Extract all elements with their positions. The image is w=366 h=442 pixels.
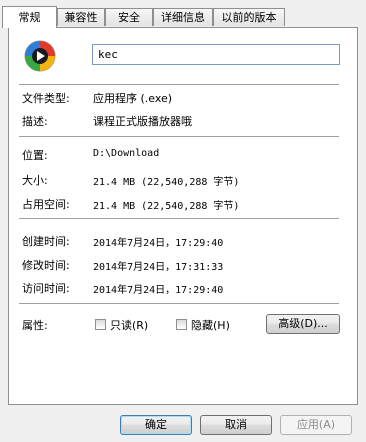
- separator: [19, 303, 339, 305]
- file-type-label: 文件类型:: [22, 92, 70, 105]
- cancel-button[interactable]: 取消: [200, 415, 272, 435]
- hidden-label[interactable]: 隐藏(H): [191, 317, 230, 333]
- separator: [19, 218, 339, 220]
- created-label: 创建时间:: [22, 235, 70, 248]
- tab-previous-versions[interactable]: 以前的版本: [213, 8, 285, 26]
- location-value: D:\Download: [93, 148, 160, 159]
- advanced-button[interactable]: 高级(D)...: [266, 314, 340, 334]
- ok-button[interactable]: 确定: [120, 415, 192, 435]
- tab-compatibility[interactable]: 兼容性: [57, 8, 105, 26]
- accessed-value: 2014年7月24日，17:29:40: [93, 285, 224, 296]
- file-type-value: 应用程序 (.exe): [93, 92, 173, 105]
- file-name-input[interactable]: kec: [92, 44, 340, 65]
- separator: [19, 84, 339, 86]
- separator: [19, 136, 339, 138]
- tab-security[interactable]: 安全: [105, 8, 153, 26]
- modified-value: 2014年7月24日，17:31:33: [93, 262, 224, 273]
- tab-general[interactable]: 常规: [2, 6, 57, 28]
- accessed-label: 访问时间:: [22, 282, 70, 295]
- description-label: 描述:: [22, 115, 48, 128]
- apply-button[interactable]: 应用(A): [280, 415, 352, 435]
- media-player-app-icon: [24, 40, 56, 72]
- description-value: 课程正式版播放器哦: [93, 115, 192, 128]
- size-value: 21.4 MB (22,540,288 字节): [93, 177, 240, 188]
- readonly-checkbox[interactable]: [95, 319, 106, 330]
- tab-details[interactable]: 详细信息: [153, 8, 213, 26]
- hidden-checkbox[interactable]: [176, 319, 187, 330]
- tab-strip: 常规 兼容性 安全 详细信息 以前的版本: [0, 6, 366, 28]
- size-on-disk-value: 21.4 MB (22,540,288 字节): [93, 201, 240, 212]
- size-label: 大小:: [22, 174, 48, 187]
- created-value: 2014年7月24日，17:29:40: [93, 238, 224, 249]
- general-tab-panel: kec 文件类型: 应用程序 (.exe) 描述: 课程正式版播放器哦 位置: …: [8, 27, 358, 405]
- modified-label: 修改时间:: [22, 259, 70, 272]
- size-on-disk-label: 占用空间:: [22, 198, 70, 211]
- attributes-label: 属性:: [22, 319, 48, 332]
- location-label: 位置:: [22, 149, 48, 162]
- readonly-label[interactable]: 只读(R): [110, 317, 148, 333]
